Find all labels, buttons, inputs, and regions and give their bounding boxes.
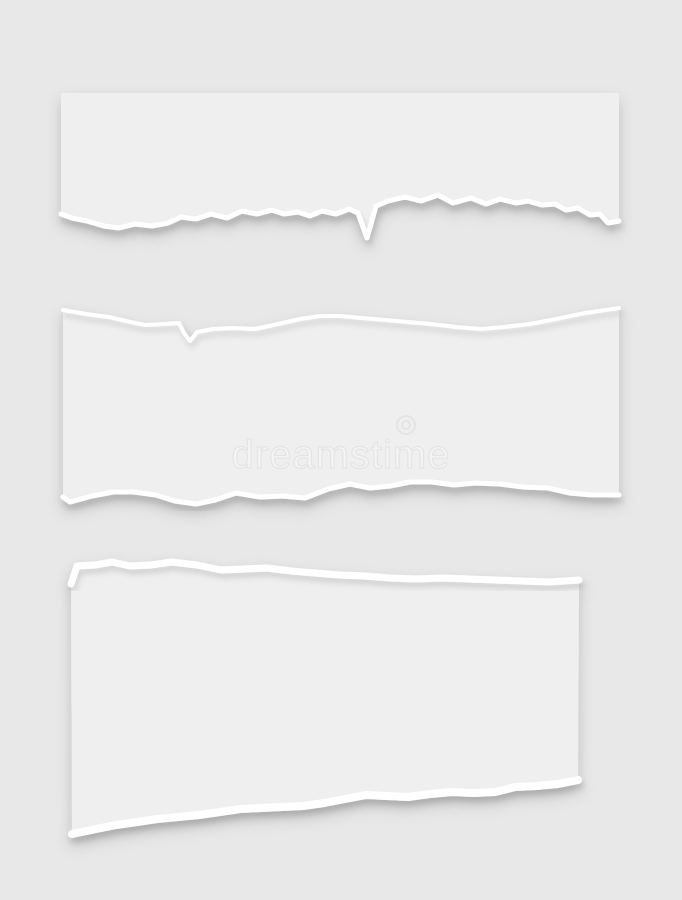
paper-scrap-bottom: [67, 558, 583, 838]
paper-scraps-svg: dreamstime: [58, 93, 622, 838]
watermark-text: dreamstime: [232, 433, 451, 477]
paper-scrap-top-body: [61, 93, 619, 238]
torn-paper-illustration: dreamstime: [0, 0, 682, 900]
paper-scrap-top: [58, 93, 622, 241]
